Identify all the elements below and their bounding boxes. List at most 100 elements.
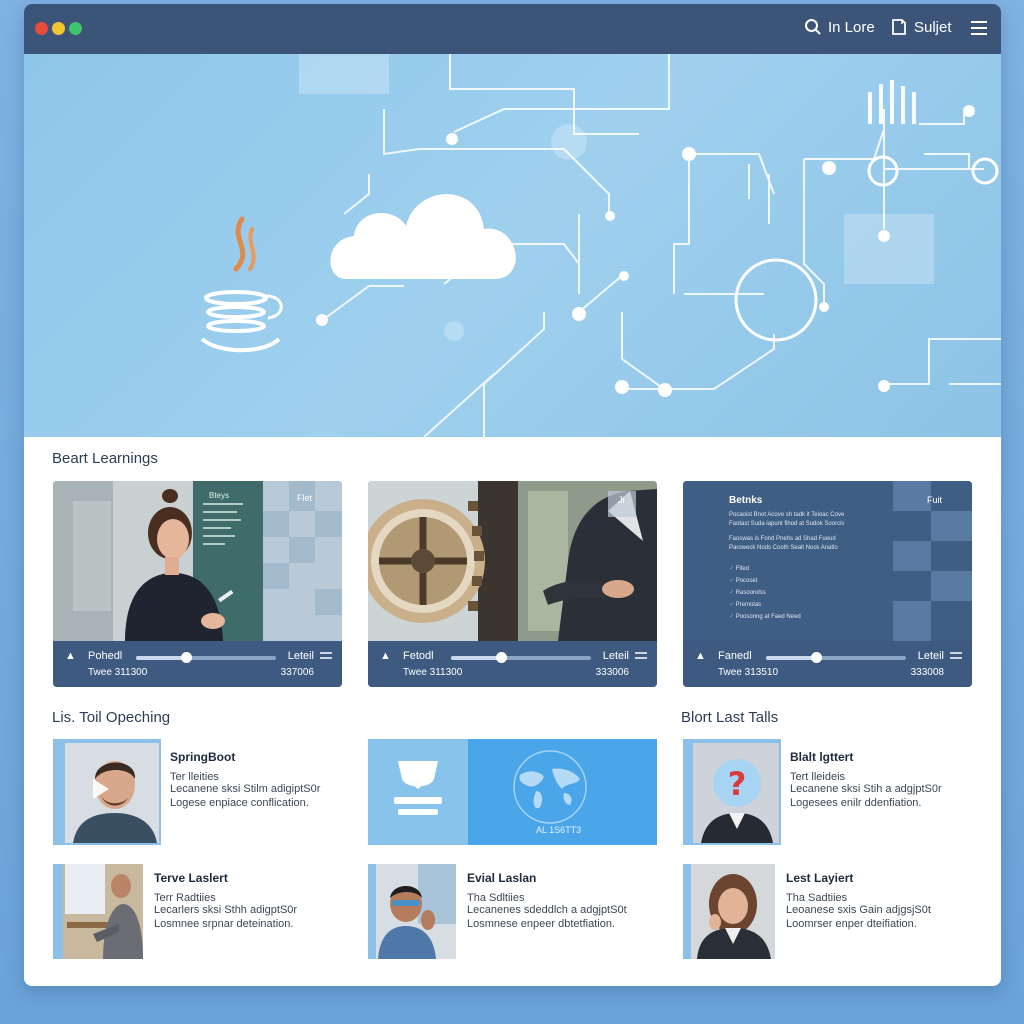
control-sub-label: Twee 311300: [403, 667, 463, 678]
video-card[interactable]: Ji ▲ Fetodl Twee 311300 Leteil 333006: [368, 481, 657, 687]
course-title[interactable]: SpringBoot: [170, 750, 235, 764]
video-thumbnail[interactable]: Ji: [368, 481, 657, 641]
instructor-photo: [368, 864, 456, 959]
course-desc-line: Tert lleideis: [790, 771, 846, 783]
video-control-bar: ▲ Pohedl Twee 311300 Leteil 337006: [53, 641, 342, 687]
checklist-item: ✓ Pocoset: [729, 578, 758, 584]
question-avatar: ?: [683, 739, 781, 845]
banner-caption: AL 1S6TT3: [536, 825, 582, 835]
level-label: Leteil: [287, 650, 314, 662]
subject-nav-button[interactable]: Suljet: [890, 18, 952, 36]
checklist-item: ✓ Flted: [729, 566, 750, 572]
course-title[interactable]: Lest Layiert: [786, 871, 853, 885]
time-label: 333008: [910, 667, 944, 678]
course-card[interactable]: Lest Layiert Tha Sadtiies Leoanese sxis …: [683, 864, 973, 960]
control-label: Pohedl: [88, 650, 123, 662]
course-card[interactable]: Terve Laslert Terr Radtiies Lecarlers sk…: [53, 864, 343, 960]
app-window: In Lore Suljet Beart Learnings Bteys Fle…: [24, 4, 1001, 986]
course-desc-line: Lecarlers sksi Sthh adigptS0r: [154, 904, 298, 916]
video-thumbnail[interactable]: Bteys Flet: [53, 481, 342, 641]
course-card[interactable]: Evial Laslan Tha Sdltiies Lecanenes sded…: [368, 864, 658, 960]
course-card[interactable]: ? Blalt lgttert Tert lleideis Lecanene s…: [683, 739, 973, 847]
time-label: 337006: [280, 667, 314, 678]
progress-fill: [451, 656, 502, 660]
level-label: Leteil: [917, 650, 944, 662]
course-title[interactable]: Terve Laslert: [154, 871, 228, 885]
course-thumbnail[interactable]: [53, 739, 161, 845]
minimize-window-button[interactable]: [52, 22, 65, 35]
course-title[interactable]: Evial Laslan: [467, 871, 536, 885]
slide-text-line: Faoswas is Fond Pnehs ad Shad Fueud: [729, 536, 836, 542]
search-nav-label: In Lore: [828, 18, 875, 36]
progress-knob[interactable]: [496, 652, 508, 663]
java-logo-icon: [200, 216, 283, 353]
checklist-item: ✓ Poosonng at Faed Need: [729, 614, 801, 620]
chevron-up-icon[interactable]: ▲: [380, 650, 391, 662]
course-banner-card[interactable]: AL 1S6TT3: [368, 739, 657, 845]
progress-slider[interactable]: [766, 652, 906, 663]
control-sub-label: Twee 313510: [718, 667, 779, 678]
course-desc-line: Tha Sadtiies: [786, 892, 848, 904]
course-desc-line: Losmnee srpnar deteination.: [154, 918, 294, 930]
course-card[interactable]: SpringBoot Ter lleities Lecanene sksi St…: [53, 739, 343, 847]
panel-corner-label: Ji: [618, 495, 625, 505]
checklist-item: ✓ Rasoondss: [729, 590, 766, 596]
course-thumbnail[interactable]: [683, 864, 775, 959]
course-desc-line: Ter lleities: [170, 771, 219, 783]
progress-fill: [766, 656, 817, 660]
check-icon: ✓: [729, 590, 736, 596]
slide-text-line: Pocaoist Bnot Acove sh tadk it Teioac Co…: [729, 512, 845, 518]
progress-slider[interactable]: [136, 652, 276, 663]
chevron-up-icon[interactable]: ▲: [695, 650, 706, 662]
menu-icon[interactable]: [320, 651, 332, 661]
chevron-up-icon[interactable]: ▲: [65, 650, 76, 662]
course-desc-line: Logesees enilr ddenfiation.: [790, 797, 922, 809]
section-title-last-talls: Blort Last Talls: [681, 709, 779, 726]
circuit-lines: [200, 54, 1001, 437]
control-label: Fanedl: [718, 650, 752, 662]
subject-nav-label: Suljet: [914, 18, 952, 36]
course-desc-line: Logese enpiace conflication.: [170, 797, 309, 809]
course-thumbnail[interactable]: [53, 864, 143, 959]
video-card[interactable]: Betnks Fuit Pocaoist Bnot Acove sh tadk …: [683, 481, 972, 687]
level-label: Leteil: [602, 650, 629, 662]
check-icon: ✓: [729, 566, 736, 572]
check-icon: ✓: [729, 614, 736, 620]
panel-heading: Betnks: [729, 495, 763, 506]
maximize-window-button[interactable]: [69, 22, 82, 35]
bookmark-icon: [892, 19, 906, 35]
course-desc-line: Loomrser enper dteifiation.: [786, 918, 917, 930]
presenter-image: [53, 481, 342, 641]
check-icon: ✓: [729, 602, 736, 608]
course-desc-line: Leoanese sxis Gain adjgsjS0t: [786, 904, 931, 916]
section-title-opeching: Lis. Toil Opeching: [52, 709, 171, 726]
course-thumbnail[interactable]: [368, 864, 456, 959]
progress-knob[interactable]: [181, 652, 193, 663]
instructor-photo: [683, 864, 775, 959]
course-desc-line: Tha Sdltiies: [467, 892, 525, 904]
course-title[interactable]: Blalt lgttert: [790, 750, 853, 764]
progress-fill: [136, 656, 187, 660]
progress-knob[interactable]: [811, 652, 823, 663]
course-banner: [368, 739, 657, 845]
video-card[interactable]: Bteys Flet ▲ Pohedl Twee 311300 Leteil 3…: [53, 481, 342, 687]
close-window-button[interactable]: [35, 22, 48, 35]
panel-corner-label: Fuit: [927, 495, 943, 505]
slide-text-line: Faotast Suda iapunt fihod at Sudok Soorc…: [729, 521, 845, 527]
control-label: Fetodl: [403, 650, 434, 662]
instructor-photo: [53, 739, 161, 845]
search-nav-button[interactable]: In Lore: [804, 18, 875, 36]
video-control-bar: ▲ Fetodl Twee 311300 Leteil 333006: [368, 641, 657, 687]
progress-slider[interactable]: [451, 652, 591, 663]
menu-icon[interactable]: [635, 651, 647, 661]
video-control-bar: ▲ Fanedl Twee 313510 Leteil 333008: [683, 641, 972, 687]
menu-icon[interactable]: [950, 651, 962, 661]
slide-background: [683, 481, 972, 641]
check-icon: ✓: [729, 578, 736, 584]
course-thumbnail[interactable]: ?: [683, 739, 781, 845]
hamburger-menu-icon[interactable]: [970, 20, 988, 36]
course-desc-line: Terr Radtiies: [154, 892, 216, 904]
course-desc-line: Losmnese enpeer dbtetfiation.: [467, 918, 615, 930]
video-thumbnail[interactable]: Betnks Fuit Pocaoist Bnot Acove sh tadk …: [683, 481, 972, 641]
title-bar: In Lore Suljet: [24, 4, 1001, 54]
